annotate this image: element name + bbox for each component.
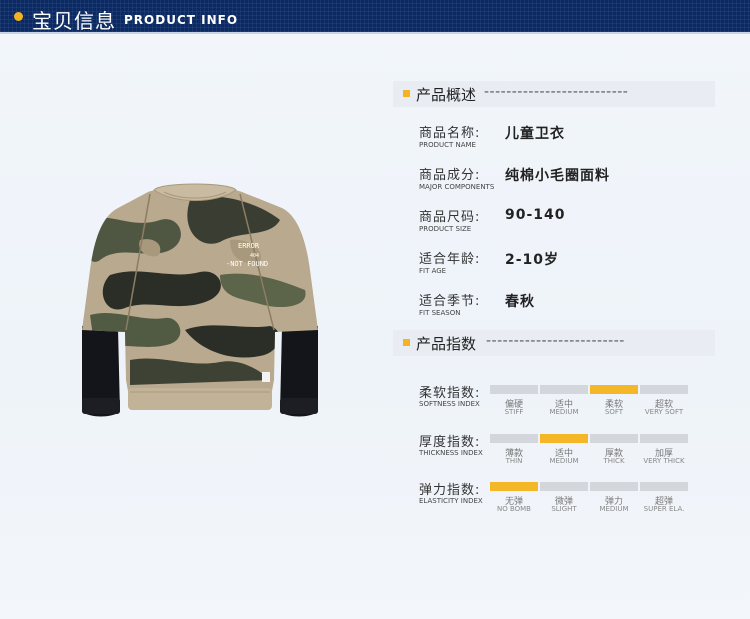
index-label-en: ELASTICITY INDEX	[419, 497, 483, 505]
index-row-thickness: 厚度指数: THICKNESS INDEX 薄款 适中 厚款 加厚 THIN M…	[419, 431, 719, 471]
indices-section-header: 产品指数 -------------------------	[393, 330, 715, 356]
index-option-en: VERY SOFT	[644, 408, 684, 416]
index-row-softness: 柔软指数: SOFTNESS INDEX 偏硬 适中 柔软 超软 STIFF M…	[419, 382, 719, 422]
index-label: 柔软指数:	[419, 386, 481, 401]
index-segment	[590, 482, 638, 491]
info-row-size: 商品尺码: PRODUCT SIZE 90-140	[419, 206, 719, 240]
index-segment	[640, 482, 688, 491]
header-banner: 宝贝信息 PRODUCT INFO	[0, 0, 750, 34]
info-label-en: FIT SEASON	[419, 309, 461, 317]
print-line-3: -NOT FOUND	[226, 260, 268, 268]
print-line-1: ERROR	[238, 242, 260, 250]
index-label: 厚度指数:	[419, 435, 481, 450]
index-option-en: SUPER ELA.	[643, 505, 685, 513]
index-segment	[640, 434, 688, 443]
info-value: 2-10岁	[505, 252, 560, 268]
info-label: 适合年龄:	[419, 252, 481, 267]
bullet-dot-icon	[14, 12, 23, 21]
index-segment	[640, 385, 688, 394]
overview-divider: --------------------------	[484, 84, 629, 100]
info-value: 春秋	[505, 294, 535, 310]
info-label: 商品成分:	[419, 168, 481, 183]
index-row-elasticity: 弹力指数: ELASTICITY INDEX 无弹 微弹 弹力 超弹 NO BO…	[419, 479, 719, 519]
info-label: 适合季节:	[419, 294, 481, 309]
info-value: 90-140	[505, 207, 566, 223]
bullet-square-icon	[403, 90, 410, 97]
index-label: 弹力指数:	[419, 483, 481, 498]
info-label-en: PRODUCT SIZE	[419, 225, 472, 233]
info-label: 商品名称:	[419, 126, 481, 141]
print-line-2: 404	[250, 253, 259, 259]
header-title-cn: 宝贝信息	[32, 9, 116, 33]
index-segment	[540, 385, 588, 394]
info-value: 纯棉小毛圈面料	[505, 168, 610, 184]
product-image: ERROR 404 -NOT FOUND	[70, 180, 330, 430]
index-segment	[540, 434, 588, 443]
header-title-en: PRODUCT INFO	[124, 13, 239, 27]
info-label-en: PRODUCT NAME	[419, 141, 476, 149]
index-segment	[490, 482, 538, 491]
index-label-en: THICKNESS INDEX	[419, 449, 483, 457]
overview-section-header: 产品概述 --------------------------	[393, 81, 715, 107]
index-segment	[540, 482, 588, 491]
index-segment	[490, 434, 538, 443]
info-label: 商品尺码:	[419, 210, 481, 225]
info-label-en: MAJOR COMPONENTS	[419, 183, 495, 191]
info-row-components: 商品成分: MAJOR COMPONENTS 纯棉小毛圈面料	[419, 164, 719, 198]
sweatshirt-image-icon: ERROR 404 -NOT FOUND	[82, 183, 318, 417]
overview-title: 产品概述	[416, 86, 477, 104]
index-option-en: VERY THICK	[643, 457, 685, 465]
info-row-season: 适合季节: FIT SEASON 春秋	[419, 290, 719, 324]
info-row-name: 商品名称: PRODUCT NAME 儿童卫衣	[419, 122, 719, 156]
info-value: 儿童卫衣	[505, 126, 565, 142]
indices-divider: -------------------------	[486, 333, 625, 349]
indices-title: 产品指数	[416, 335, 477, 353]
index-segment	[490, 385, 538, 394]
index-segment	[590, 385, 638, 394]
bullet-square-icon	[403, 339, 410, 346]
info-row-age: 适合年龄: FIT AGE 2-10岁	[419, 248, 719, 282]
info-label-en: FIT AGE	[419, 267, 447, 275]
index-segment	[590, 434, 638, 443]
index-label-en: SOFTNESS INDEX	[419, 400, 480, 408]
